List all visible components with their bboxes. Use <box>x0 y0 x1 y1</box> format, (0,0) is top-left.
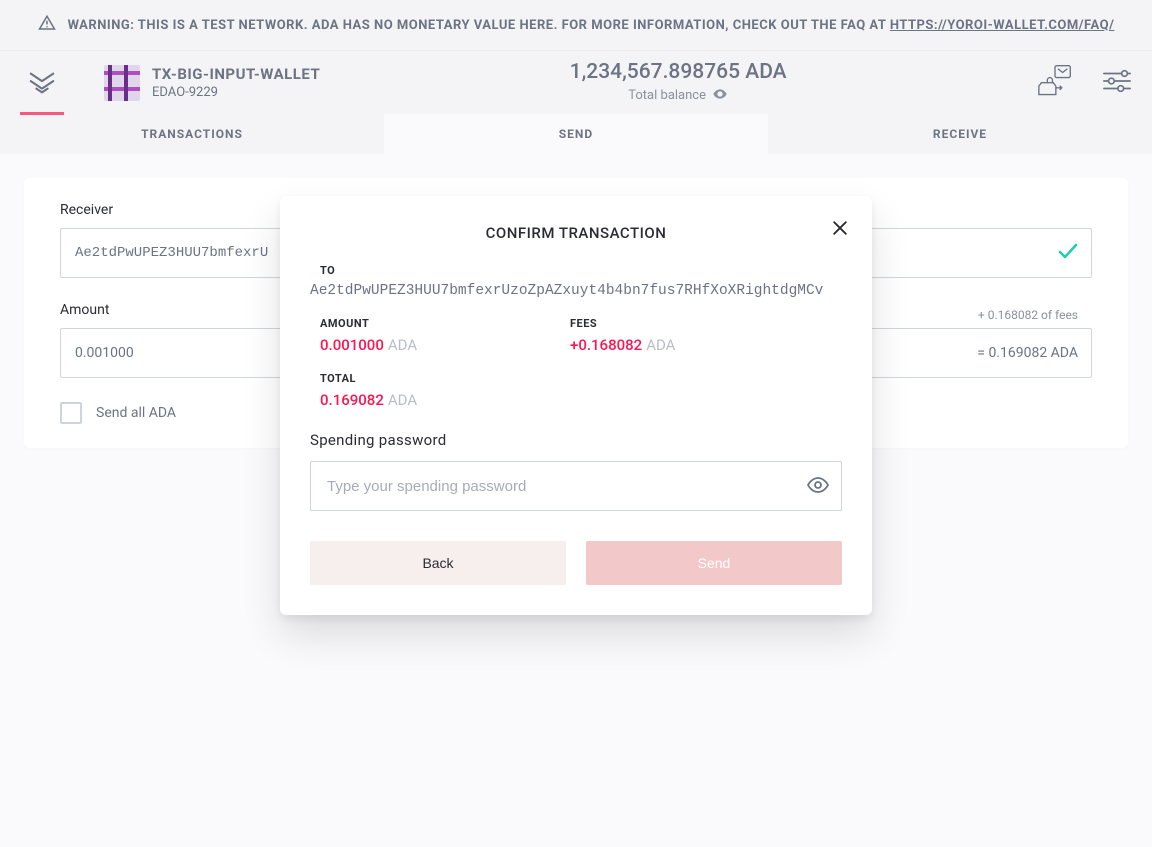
amount-value-modal: 0.001000ADA <box>320 336 510 354</box>
balance-label: Total balance <box>628 86 728 106</box>
confirm-transaction-dialog: CONFIRM TRANSACTION TO Ae2tdPwUPEZ3HUU7b… <box>280 196 872 615</box>
back-button[interactable]: Back <box>310 541 566 585</box>
tab-send[interactable]: SEND <box>384 114 768 154</box>
total-label-modal: TOTAL <box>320 372 842 385</box>
amount-label-modal: AMOUNT <box>320 317 510 330</box>
warning-text: WARNING: THIS IS A TEST NETWORK. ADA HAS… <box>68 18 1115 33</box>
wallet-info[interactable]: TX-BIG-INPUT-WALLET EDAO-9229 <box>104 65 320 101</box>
tab-receive[interactable]: RECEIVE <box>768 114 1152 154</box>
close-icon[interactable] <box>830 218 850 242</box>
wallet-plate-id: EDAO-9229 <box>152 85 320 100</box>
wallet-tabs: TRANSACTIONS SEND RECEIVE <box>0 114 1152 154</box>
check-icon <box>1056 239 1080 267</box>
spending-password-label: Spending password <box>310 431 842 449</box>
balance-block: 1,234,567.898765 ADA Total balance <box>320 60 1036 106</box>
send-button[interactable]: Send <box>586 541 842 585</box>
to-address: Ae2tdPwUPEZ3HUU7bmfexrUzoZpAZxuyt4b4bn7f… <box>310 283 842 299</box>
app-header: TX-BIG-INPUT-WALLET EDAO-9229 1,234,567.… <box>0 50 1152 114</box>
warning-icon <box>38 14 56 36</box>
app-logo[interactable] <box>20 61 64 105</box>
settings-icon[interactable] <box>1102 67 1132 99</box>
send-all-checkbox[interactable] <box>60 402 82 424</box>
wallet-avatar <box>104 65 140 101</box>
spending-password-input[interactable] <box>310 461 842 511</box>
total-value-modal: 0.169082ADA <box>320 391 842 409</box>
total-hint: = 0.169082 ADA <box>977 345 1078 361</box>
fees-value-modal: +0.168082ADA <box>570 336 770 354</box>
test-network-warning: WARNING: THIS IS A TEST NETWORK. ADA HAS… <box>0 0 1152 50</box>
fees-hint: + 0.168082 of fees <box>978 308 1078 322</box>
balance-amount: 1,234,567.898765 ADA <box>320 60 1036 84</box>
fees-label-modal: FEES <box>570 317 770 330</box>
dialog-title: CONFIRM TRANSACTION <box>310 224 842 242</box>
send-all-label: Send all ADA <box>96 405 176 421</box>
warning-faq-link[interactable]: HTTPS://YOROI-WALLET.COM/FAQ/ <box>890 18 1115 33</box>
eye-icon[interactable] <box>806 473 830 501</box>
buy-sell-icon[interactable] <box>1036 64 1074 102</box>
wallet-name: TX-BIG-INPUT-WALLET <box>152 65 320 83</box>
tab-transactions[interactable]: TRANSACTIONS <box>0 114 384 154</box>
to-label: TO <box>320 264 842 277</box>
eye-icon[interactable] <box>712 86 728 106</box>
